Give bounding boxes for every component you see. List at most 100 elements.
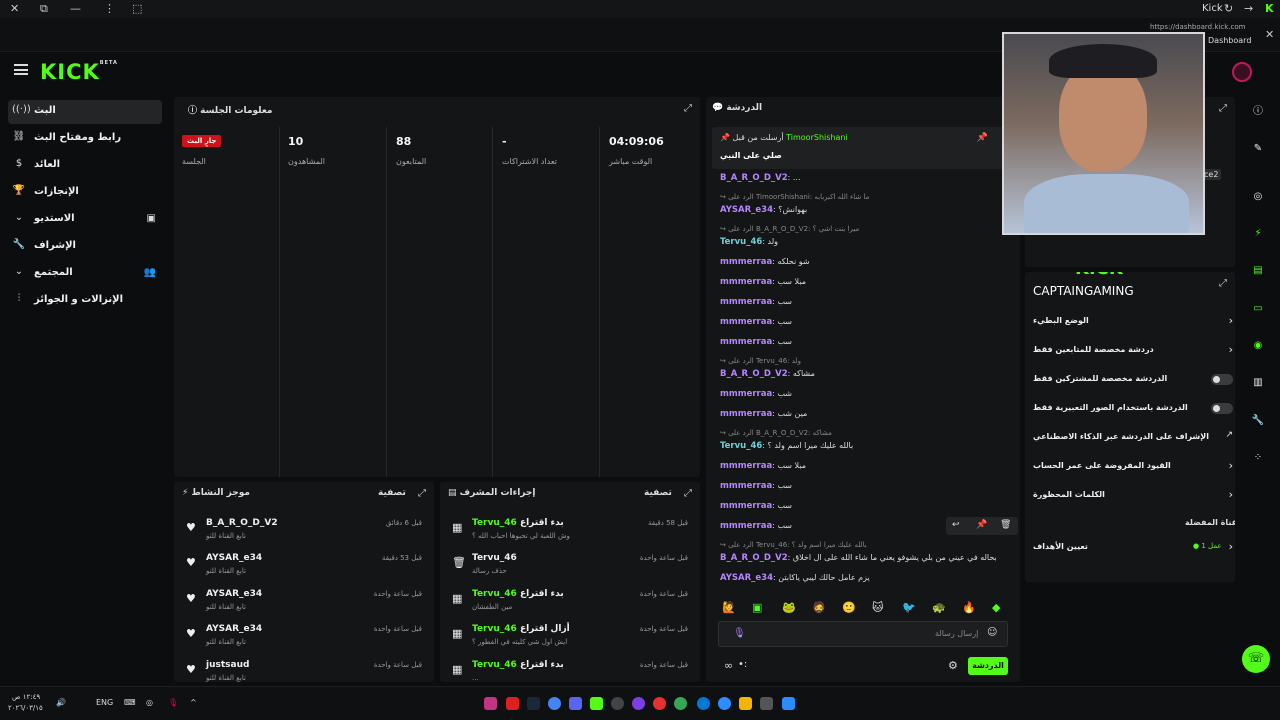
- sidebar-item-community[interactable]: ⌄ المجتمع 👥: [8, 262, 162, 286]
- emote-icon[interactable]: 🐦: [902, 601, 916, 614]
- kick-app-icon[interactable]: [590, 697, 603, 710]
- chat-message[interactable]: mmmerraa: سب: [720, 297, 996, 311]
- tab-label[interactable]: Kick: [1202, 3, 1223, 14]
- lightning-icon[interactable]: ⚡: [1249, 225, 1267, 243]
- chevron-up-icon[interactable]: ^: [190, 698, 197, 707]
- chrome-icon[interactable]: [674, 697, 687, 710]
- chrome-icon[interactable]: [548, 697, 561, 710]
- list-icon[interactable]: ▤: [1249, 262, 1267, 280]
- emotes-only-toggle[interactable]: [1211, 403, 1233, 414]
- chat-message[interactable]: AYSAR_e34: يزم عامل حالك ليبي ياكابتن: [720, 573, 996, 587]
- mic-icon[interactable]: 🎙: [168, 698, 178, 707]
- dots-icon[interactable]: •:: [738, 659, 747, 670]
- setting-slow-mode[interactable]: الوضع البطيء ›: [1033, 314, 1233, 330]
- sidebar-item-stream-key[interactable]: ⛓ رابط ومفتاح البث: [8, 127, 162, 151]
- emote-icon[interactable]: 🔥: [962, 601, 976, 614]
- chat-message[interactable]: mmmerraa: سب: [720, 317, 996, 331]
- emote-icon[interactable]: 🐢: [932, 601, 946, 614]
- chat-message[interactable]: AYSAR_e34: بهوانش؟: [720, 205, 996, 219]
- edit-icon[interactable]: ✎: [1249, 140, 1267, 158]
- emote-icon[interactable]: 🙋: [722, 601, 736, 614]
- youtube-icon[interactable]: [506, 697, 519, 710]
- app-icon[interactable]: [611, 697, 624, 710]
- chat-username[interactable]: AYSAR_e34: [720, 205, 773, 215]
- chat-message[interactable]: B_A_R_O_D_V2: ...: [720, 173, 996, 187]
- setting-account-age[interactable]: القيود المفروضة على عمر الحساب ›: [1033, 459, 1233, 475]
- expand-icon[interactable]: ⤢: [684, 488, 692, 499]
- chat-username[interactable]: B_A_R_O_D_V2: [720, 553, 788, 563]
- chat-username[interactable]: mmmerraa: [720, 461, 772, 471]
- trash-icon[interactable]: 🗑: [1000, 520, 1011, 530]
- instagram-icon[interactable]: [484, 697, 497, 710]
- chat-username[interactable]: mmmerraa: [720, 389, 772, 399]
- reload-icon[interactable]: ↻: [1224, 2, 1233, 15]
- forward-icon[interactable]: →: [1244, 2, 1253, 15]
- chat-message[interactable]: mmmerraa: سب: [720, 501, 996, 515]
- support-button[interactable]: ☏: [1242, 645, 1270, 673]
- setting-banned-words[interactable]: الكلمات المحظورة ›: [1033, 488, 1233, 504]
- close-icon[interactable]: ✕: [10, 2, 19, 15]
- reply-icon[interactable]: ↩: [952, 520, 960, 530]
- info-icon[interactable]: ⓘ: [1249, 103, 1267, 121]
- infinity-icon[interactable]: ∞: [724, 659, 733, 672]
- more-icon[interactable]: ⋮: [104, 2, 115, 15]
- subscribers-only-toggle[interactable]: [1211, 374, 1233, 385]
- chat-username[interactable]: Tervu_46: [720, 441, 762, 451]
- chat-username[interactable]: AYSAR_e34: [720, 573, 773, 583]
- pin-icon[interactable]: 📌: [977, 133, 988, 143]
- edge-icon[interactable]: [697, 697, 710, 710]
- chat-message[interactable]: mmmerraa: شب: [720, 389, 996, 403]
- setting-goals[interactable]: تعيين الأهداف ● عمل 1 ›: [1033, 540, 1233, 556]
- chat-message[interactable]: Tervu_46: ولد: [720, 237, 996, 251]
- settings-icon[interactable]: ⚙: [948, 659, 958, 672]
- app-icon[interactable]: [632, 697, 645, 710]
- folder-icon[interactable]: [739, 697, 752, 710]
- chat-username[interactable]: mmmerraa: [720, 481, 772, 491]
- wrench-icon[interactable]: 🔧: [1249, 412, 1267, 430]
- filter-button[interactable]: تصفية: [644, 488, 672, 498]
- chat-username[interactable]: B_A_R_O_D_V2: [720, 369, 788, 379]
- extensions-icon[interactable]: ⬚: [132, 2, 142, 15]
- expand-icon[interactable]: ⤢: [418, 488, 426, 499]
- chat-message[interactable]: mmmerraa: شو نحلكه: [720, 257, 996, 271]
- network-icon[interactable]: ◎: [146, 698, 153, 707]
- restore-icon[interactable]: ⧉: [40, 2, 48, 16]
- mic-icon[interactable]: 🎙: [733, 628, 746, 639]
- chat-message[interactable]: mmmerraa: مبلا سب: [720, 461, 996, 475]
- volume-icon[interactable]: 🔊: [56, 698, 66, 707]
- avatar[interactable]: [1232, 62, 1252, 82]
- chat-message[interactable]: mmmerraa: مين شب: [720, 409, 996, 423]
- emote-icon[interactable]: ◆: [992, 601, 1000, 614]
- app-icon[interactable]: [718, 697, 731, 710]
- expand-icon[interactable]: ⤢: [1219, 103, 1227, 114]
- emote-icon[interactable]: 🧔: [812, 601, 826, 614]
- filter-button[interactable]: تصفية: [378, 488, 406, 498]
- layout-icon[interactable]: ▥: [1249, 374, 1267, 392]
- app-icon[interactable]: [760, 697, 773, 710]
- apps-icon[interactable]: ⁘: [1249, 449, 1267, 467]
- emote-icon[interactable]: 🙂: [842, 601, 856, 614]
- sidebar-item-studio[interactable]: ⌄ الاستديو ▣: [8, 208, 162, 232]
- expand-icon[interactable]: ⤢: [1219, 278, 1227, 289]
- emote-icon[interactable]: ▣: [752, 601, 762, 614]
- close-icon[interactable]: ✕: [1265, 28, 1274, 41]
- chat-username[interactable]: mmmerraa: [720, 317, 772, 327]
- setting-followers-only[interactable]: دردشة مخصصة للمتابعين فقط ›: [1033, 343, 1233, 359]
- chat-username[interactable]: mmmerraa: [720, 337, 772, 347]
- chat-send-button[interactable]: الدردشة: [968, 657, 1008, 675]
- sidebar-item-drops[interactable]: ⫶ الإنزالات و الجوائز: [8, 289, 162, 313]
- keyboard-icon[interactable]: ⌨: [124, 698, 136, 707]
- chat-username[interactable]: mmmerraa: [720, 501, 772, 511]
- chat-username[interactable]: mmmerraa: [720, 277, 772, 287]
- steam-icon[interactable]: [527, 697, 540, 710]
- emote-icon[interactable]: 🐸: [782, 601, 796, 614]
- obs-icon[interactable]: [653, 697, 666, 710]
- sidebar-item-stream[interactable]: ((·)) البث: [8, 100, 162, 124]
- chat-message[interactable]: mmmerraa: سب: [720, 337, 996, 351]
- setting-ai-moderation[interactable]: الإشراف على الدردشة عبر الذكاء الاصطناعي…: [1033, 430, 1233, 446]
- chat-message[interactable]: B_A_R_O_D_V2: مشاكه: [720, 369, 996, 383]
- chat-icon[interactable]: ▭: [1249, 300, 1267, 318]
- chat-input-box[interactable]: 🎙 إرسال رسالة ☺: [718, 621, 1008, 647]
- chat-username[interactable]: mmmerraa: [720, 297, 772, 307]
- target-icon[interactable]: ◎: [1249, 188, 1267, 206]
